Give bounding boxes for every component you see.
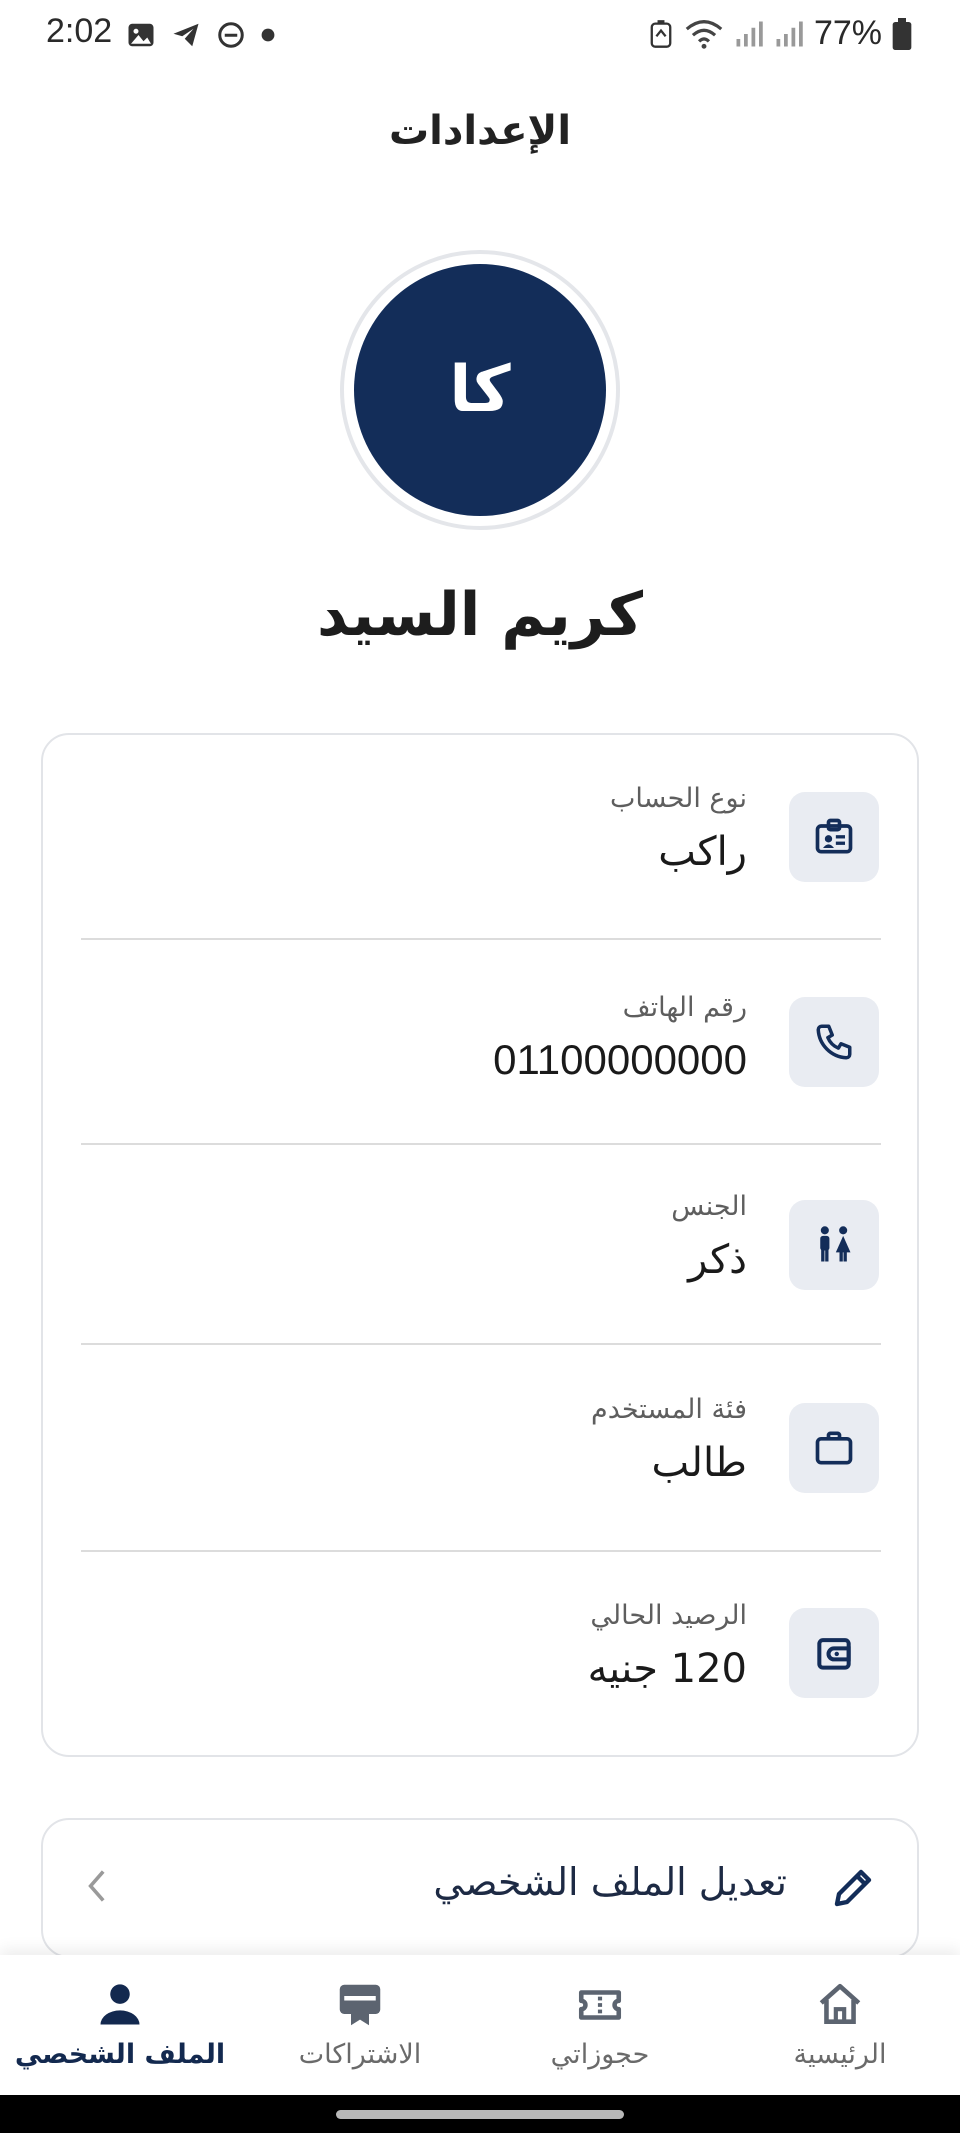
signal-icon	[736, 21, 763, 46]
row-value: طالب	[651, 1440, 748, 1486]
nav-item-subscriptions[interactable]: الاشتراكات	[240, 1955, 480, 2095]
gesture-navigation-area	[0, 2095, 960, 2133]
briefcase-icon	[789, 1403, 879, 1493]
info-row-account-type: نوع الحساب راكب	[43, 735, 917, 940]
row-value: راكب	[658, 829, 747, 875]
row-value: 01100000000	[493, 1036, 747, 1083]
status-bar: 2:02 77%	[0, 0, 960, 68]
battery-icon	[892, 17, 912, 50]
nav-label: حجوزاتي	[550, 2039, 650, 2070]
nav-item-bookings[interactable]: حجوزاتي	[480, 1955, 720, 2095]
wallet-icon	[789, 1608, 879, 1698]
wifi-icon	[685, 19, 723, 49]
dot-icon	[261, 28, 275, 42]
row-value: 120 جنيه	[587, 1646, 747, 1692]
edit-profile-label: تعديل الملف الشخصي	[433, 1860, 787, 1904]
id-badge-icon	[789, 792, 879, 882]
home-icon	[810, 1977, 870, 2033]
battery-saver-icon	[650, 19, 672, 48]
nav-label: الاشتراكات	[298, 2039, 422, 2070]
image-icon	[128, 23, 154, 47]
row-value: ذكر	[688, 1237, 747, 1283]
info-row-phone: رقم الهاتف 01100000000	[43, 940, 917, 1145]
nav-item-profile[interactable]: الملف الشخصي	[0, 1955, 240, 2095]
phone-icon	[789, 997, 879, 1087]
info-row-gender: الجنس ذكر	[43, 1145, 917, 1350]
person-icon	[90, 1977, 150, 2033]
info-row-user-category: فئة المستخدم طالب	[43, 1348, 917, 1553]
page-title: الإعدادات	[388, 108, 572, 154]
avatar-initials: كا	[449, 353, 511, 427]
info-row-balance: الرصيد الحالي 120 جنيه	[43, 1552, 917, 1757]
ticket-icon	[570, 1977, 630, 2033]
nav-item-home[interactable]: الرئيسية	[720, 1955, 960, 2095]
telegram-icon	[173, 23, 199, 47]
people-icon	[789, 1200, 879, 1290]
signal-icon	[776, 21, 803, 46]
edit-profile-button[interactable]: تعديل الملف الشخصي	[41, 1818, 919, 1958]
row-label: فئة المستخدم	[590, 1394, 747, 1425]
gesture-bar[interactable]	[336, 2110, 624, 2119]
bottom-navigation: الرئيسية حجوزاتي الاشتراكات الملف الشخصي	[0, 1955, 960, 2095]
row-label: رقم الهاتف	[622, 992, 747, 1023]
row-label: الجنس	[671, 1191, 747, 1222]
divider	[81, 1343, 881, 1345]
battery-percentage: 77%	[813, 14, 882, 52]
user-name: كريم السيد	[317, 580, 643, 650]
row-label: نوع الحساب	[609, 783, 747, 814]
chevron-left-icon	[88, 1870, 105, 1902]
row-label: الرصيد الحالي	[590, 1600, 747, 1631]
profile-info-card: نوع الحساب راكب رقم الهاتف 01100000000 ا…	[41, 733, 919, 1757]
dnd-icon	[218, 22, 244, 48]
nav-label: الملف الشخصي	[14, 2039, 226, 2070]
nav-label: الرئيسية	[793, 2039, 887, 2070]
avatar[interactable]: كا	[354, 264, 606, 516]
subscription-icon	[330, 1977, 390, 2033]
pencil-icon	[834, 1869, 872, 1907]
status-time: 2:02	[46, 12, 113, 50]
